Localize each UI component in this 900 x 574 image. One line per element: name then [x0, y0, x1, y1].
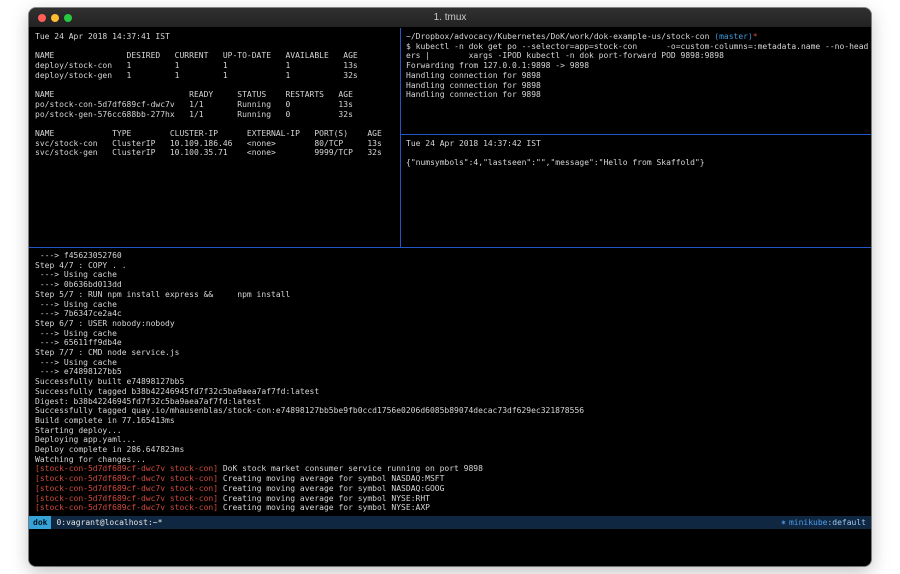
terminal-line	[35, 81, 399, 91]
kube-namespace: :default	[827, 518, 866, 527]
terminal-line: svc/stock-con ClusterIP 10.109.186.46 <n…	[35, 139, 399, 149]
terminal-line: [stock-con-5d7df689cf-dwc7v stock-con] C…	[35, 503, 869, 513]
terminal-line: ---> e74898127bb5	[35, 367, 869, 377]
pane-divider-right-horizontal[interactable]	[401, 134, 871, 135]
terminal-window: 1. tmux Tue 24 Apr 2018 14:37:41 IST NAM…	[29, 8, 871, 566]
pane-skaffold-log[interactable]: ---> f45623052760Step 4/7 : COPY . . ---…	[35, 251, 869, 514]
terminal-line: [stock-con-5d7df689cf-dwc7v stock-con] C…	[35, 474, 869, 484]
terminal-line: Deploying app.yaml...	[35, 435, 869, 445]
terminal-line: Successfully tagged quay.io/mhausenblas/…	[35, 406, 869, 416]
kubernetes-helm-icon: ⎈	[781, 518, 786, 527]
terminal-line	[35, 119, 399, 129]
terminal-line: NAME READY STATUS RESTARTS AGE	[35, 90, 399, 100]
terminal-line: ~/Dropbox/advocacy/Kubernetes/DoK/work/d…	[406, 32, 869, 42]
terminal-line: Step 7/7 : CMD node service.js	[35, 348, 869, 358]
terminal-line: deploy/stock-con 1 1 1 1 13s	[35, 61, 399, 71]
terminal-line: ---> 7b6347ce2a4c	[35, 309, 869, 319]
kube-context-indicator: ⎈minikube:default	[781, 518, 866, 528]
terminal-line: ---> f45623052760	[35, 251, 869, 261]
terminal-line: Watching for changes...	[35, 455, 869, 465]
terminal-line: Handling connection for 9898	[406, 71, 869, 81]
terminal-line: Forwarding from 127.0.0.1:9898 -> 9898	[406, 61, 869, 71]
pane-divider-full-horizontal[interactable]	[29, 247, 871, 248]
terminal-line: deploy/stock-gen 1 1 1 1 32s	[35, 71, 399, 81]
terminal-line: Deploy complete in 286.647823ms	[35, 445, 869, 455]
terminal-line: Step 5/7 : RUN npm install express && np…	[35, 290, 869, 300]
terminal-line: Step 4/7 : COPY . .	[35, 261, 869, 271]
terminal-line	[35, 42, 399, 52]
terminal-line: Successfully tagged b38b42246945fd7f32c5…	[35, 387, 869, 397]
terminal-line: NAME TYPE CLUSTER-IP EXTERNAL-IP PORT(S)…	[35, 129, 399, 139]
tmux-window-label[interactable]: 0:vagrant@localhost:~*	[56, 518, 162, 528]
window-titlebar[interactable]: 1. tmux	[29, 8, 871, 28]
terminal-line: NAME DESIRED CURRENT UP-TO-DATE AVAILABL…	[35, 51, 399, 61]
terminal-line: po/stock-con-5d7df689cf-dwc7v 1/1 Runnin…	[35, 100, 399, 110]
pane-port-forward[interactable]: ~/Dropbox/advocacy/Kubernetes/DoK/work/d…	[406, 32, 869, 132]
pane-curl-output[interactable]: Tue 24 Apr 2018 14:37:42 IST {"numsymbol…	[406, 139, 869, 245]
terminal-line: Digest: b38b42246945fd7f32c5ba9aea7af7fd…	[35, 397, 869, 407]
terminal-line: Step 6/7 : USER nobody:nobody	[35, 319, 869, 329]
terminal-line: $ kubectl -n dok get po --selector=app=s…	[406, 42, 869, 52]
terminal-line	[406, 149, 869, 159]
tmux-session-name: dok	[29, 516, 51, 529]
terminal-line: ---> 65611ff9db4e	[35, 338, 869, 348]
kube-context: minikube	[789, 518, 828, 527]
minimize-button[interactable]	[51, 14, 59, 22]
terminal-line: ---> Using cache	[35, 270, 869, 280]
terminal-line: ---> 0b636bd013dd	[35, 280, 869, 290]
terminal-line: Handling connection for 9898	[406, 81, 869, 91]
terminal-line: ---> Using cache	[35, 358, 869, 368]
pane-kubectl-resources[interactable]: Tue 24 Apr 2018 14:37:41 IST NAME DESIRE…	[35, 32, 399, 244]
terminal-line: Starting deploy...	[35, 426, 869, 436]
terminal-line: Successfully built e74898127bb5	[35, 377, 869, 387]
window-controls	[38, 14, 72, 22]
terminal-line: Handling connection for 9898	[406, 90, 869, 100]
terminal-line: Build complete in 77.165413ms	[35, 416, 869, 426]
terminal-line: Tue 24 Apr 2018 14:37:42 IST	[406, 139, 869, 149]
terminal-line: svc/stock-gen ClusterIP 10.100.35.71 <no…	[35, 148, 399, 158]
tmux-terminal: Tue 24 Apr 2018 14:37:41 IST NAME DESIRE…	[29, 28, 871, 566]
terminal-line: ---> Using cache	[35, 329, 869, 339]
terminal-line: ers | xargs -IPOD kubectl -n dok port-fo…	[406, 51, 869, 61]
close-button[interactable]	[38, 14, 46, 22]
terminal-line: [stock-con-5d7df689cf-dwc7v stock-con] C…	[35, 484, 869, 494]
window-title: 1. tmux	[29, 8, 871, 28]
zoom-button[interactable]	[64, 14, 72, 22]
tmux-status-bar: dok 0:vagrant@localhost:~* ⎈minikube:def…	[29, 516, 871, 529]
terminal-line: ---> Using cache	[35, 300, 869, 310]
terminal-line: {"numsymbols":4,"lastseen":"","message":…	[406, 158, 869, 168]
terminal-line: Tue 24 Apr 2018 14:37:41 IST	[35, 32, 399, 42]
terminal-line: [stock-con-5d7df689cf-dwc7v stock-con] D…	[35, 464, 869, 474]
terminal-line: [stock-con-5d7df689cf-dwc7v stock-con] C…	[35, 494, 869, 504]
terminal-line: po/stock-gen-576cc688bb-277hx 1/1 Runnin…	[35, 110, 399, 120]
pane-divider-vertical[interactable]	[400, 28, 401, 247]
